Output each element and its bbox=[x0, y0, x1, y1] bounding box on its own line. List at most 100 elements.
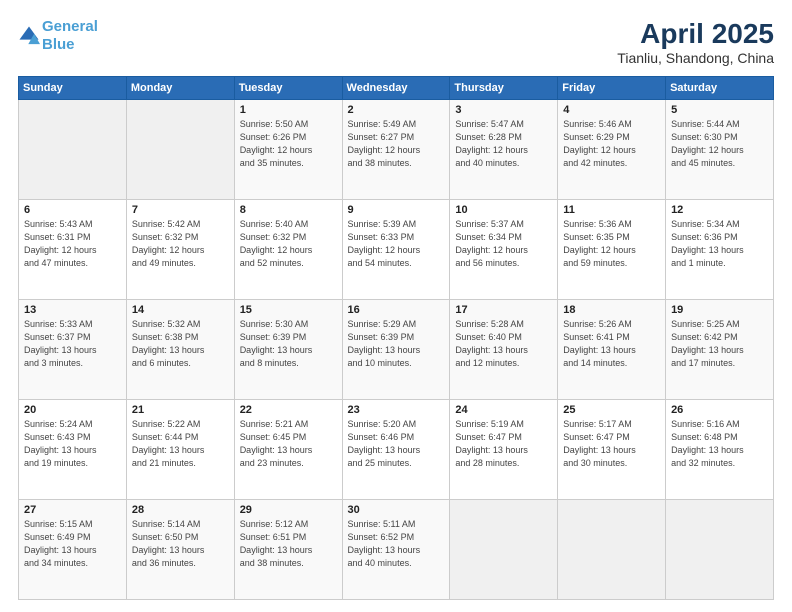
day-number: 12 bbox=[671, 204, 768, 216]
calendar-header: SundayMondayTuesdayWednesdayThursdayFrid… bbox=[19, 77, 774, 100]
day-info: Sunrise: 5:12 AM Sunset: 6:51 PM Dayligh… bbox=[240, 518, 337, 570]
calendar-cell: 1Sunrise: 5:50 AM Sunset: 6:26 PM Daylig… bbox=[234, 100, 342, 200]
calendar-cell: 20 Sunrise: 5:24 AM Sunset: 6:43 PM Dayli… bbox=[19, 400, 127, 500]
day-info: Sunrise: 5:34 AM Sunset: 6:36 PM Dayligh… bbox=[671, 218, 768, 270]
day-number: 8 bbox=[240, 204, 337, 216]
day-info: Sunrise: 5:28 AM Sunset: 6:40 PM Dayligh… bbox=[455, 318, 552, 370]
day-number: 20 bbox=[24, 404, 121, 416]
day-number: 23 bbox=[348, 404, 445, 416]
day-info: Sunrise: 5:16 AM Sunset: 6:48 PM Dayligh… bbox=[671, 418, 768, 470]
calendar-cell: 13 Sunrise: 5:33 AM Sunset: 6:37 PM Dayli… bbox=[19, 300, 127, 400]
day-info: Sunrise: 5:24 AM Sunset: 6:43 PM Dayligh… bbox=[24, 418, 121, 470]
day-info: Sunrise: 5:11 AM Sunset: 6:52 PM Dayligh… bbox=[348, 518, 445, 570]
day-info: Sunrise: 5:32 AM Sunset: 6:38 PM Dayligh… bbox=[132, 318, 229, 370]
calendar-cell: 23 Sunrise: 5:20 AM Sunset: 6:46 PM Dayli… bbox=[342, 400, 450, 500]
day-info: Sunrise: 5:40 AM Sunset: 6:32 PM Dayligh… bbox=[240, 218, 337, 270]
day-info: Sunrise: 5:49 AM Sunset: 6:27 PM Dayligh… bbox=[348, 118, 445, 170]
calendar-cell: 12 Sunrise: 5:34 AM Sunset: 6:36 PM Dayli… bbox=[666, 200, 774, 300]
day-number: 17 bbox=[455, 304, 552, 316]
calendar-cell: 14 Sunrise: 5:32 AM Sunset: 6:38 PM Dayli… bbox=[126, 300, 234, 400]
calendar-cell: 3 Sunrise: 5:47 AM Sunset: 6:28 PM Daylig… bbox=[450, 100, 558, 200]
calendar-cell: 7 Sunrise: 5:42 AM Sunset: 6:32 PM Daylig… bbox=[126, 200, 234, 300]
header-day-friday: Friday bbox=[558, 77, 666, 100]
day-number: 18 bbox=[563, 304, 660, 316]
day-number: 21 bbox=[132, 404, 229, 416]
calendar-cell bbox=[126, 100, 234, 200]
day-number: 16 bbox=[348, 304, 445, 316]
day-number: 14 bbox=[132, 304, 229, 316]
calendar-cell bbox=[450, 500, 558, 600]
logo-line2: Blue bbox=[42, 36, 75, 53]
day-info: Sunrise: 5:43 AM Sunset: 6:31 PM Dayligh… bbox=[24, 218, 121, 270]
day-number: 28 bbox=[132, 504, 229, 516]
day-number: 9 bbox=[348, 204, 445, 216]
calendar-cell: 9 Sunrise: 5:39 AM Sunset: 6:33 PM Daylig… bbox=[342, 200, 450, 300]
day-number: 6 bbox=[24, 204, 121, 216]
calendar-cell: 16Sunrise: 5:29 AM Sunset: 6:39 PM Dayli… bbox=[342, 300, 450, 400]
calendar-cell: 21 Sunrise: 5:22 AM Sunset: 6:44 PM Dayli… bbox=[126, 400, 234, 500]
day-info: Sunrise: 5:37 AM Sunset: 6:34 PM Dayligh… bbox=[455, 218, 552, 270]
calendar-cell: 27Sunrise: 5:15 AM Sunset: 6:49 PM Dayli… bbox=[19, 500, 127, 600]
calendar-cell bbox=[19, 100, 127, 200]
header-day-thursday: Thursday bbox=[450, 77, 558, 100]
day-info: Sunrise: 5:46 AM Sunset: 6:29 PM Dayligh… bbox=[563, 118, 660, 170]
calendar-cell: 15 Sunrise: 5:30 AM Sunset: 6:39 PM Dayli… bbox=[234, 300, 342, 400]
day-info: Sunrise: 5:47 AM Sunset: 6:28 PM Dayligh… bbox=[455, 118, 552, 170]
calendar-cell: 2Sunrise: 5:49 AM Sunset: 6:27 PM Daylig… bbox=[342, 100, 450, 200]
day-info: Sunrise: 5:44 AM Sunset: 6:30 PM Dayligh… bbox=[671, 118, 768, 170]
day-number: 27 bbox=[24, 504, 121, 516]
day-number: 7 bbox=[132, 204, 229, 216]
header-day-sunday: Sunday bbox=[19, 77, 127, 100]
calendar-cell: 24Sunrise: 5:19 AM Sunset: 6:47 PM Dayli… bbox=[450, 400, 558, 500]
day-info: Sunrise: 5:50 AM Sunset: 6:26 PM Dayligh… bbox=[240, 118, 337, 170]
logo-icon bbox=[18, 25, 40, 47]
day-number: 15 bbox=[240, 304, 337, 316]
calendar-cell: 10 Sunrise: 5:37 AM Sunset: 6:34 PM Dayli… bbox=[450, 200, 558, 300]
day-number: 22 bbox=[240, 404, 337, 416]
week-row-2: 6 Sunrise: 5:43 AM Sunset: 6:31 PM Daylig… bbox=[19, 200, 774, 300]
header-day-saturday: Saturday bbox=[666, 77, 774, 100]
week-row-1: 1Sunrise: 5:50 AM Sunset: 6:26 PM Daylig… bbox=[19, 100, 774, 200]
day-info: Sunrise: 5:20 AM Sunset: 6:46 PM Dayligh… bbox=[348, 418, 445, 470]
main-title: April 2025 bbox=[617, 18, 774, 50]
day-info: Sunrise: 5:17 AM Sunset: 6:47 PM Dayligh… bbox=[563, 418, 660, 470]
week-row-5: 27Sunrise: 5:15 AM Sunset: 6:49 PM Dayli… bbox=[19, 500, 774, 600]
calendar-cell bbox=[666, 500, 774, 600]
calendar-cell: 29 Sunrise: 5:12 AM Sunset: 6:51 PM Dayli… bbox=[234, 500, 342, 600]
calendar-cell: 19Sunrise: 5:25 AM Sunset: 6:42 PM Dayli… bbox=[666, 300, 774, 400]
calendar-cell: 11 Sunrise: 5:36 AM Sunset: 6:35 PM Dayli… bbox=[558, 200, 666, 300]
day-info: Sunrise: 5:39 AM Sunset: 6:33 PM Dayligh… bbox=[348, 218, 445, 270]
day-info: Sunrise: 5:33 AM Sunset: 6:37 PM Dayligh… bbox=[24, 318, 121, 370]
calendar-cell: 8 Sunrise: 5:40 AM Sunset: 6:32 PM Daylig… bbox=[234, 200, 342, 300]
day-info: Sunrise: 5:22 AM Sunset: 6:44 PM Dayligh… bbox=[132, 418, 229, 470]
day-number: 30 bbox=[348, 504, 445, 516]
week-row-4: 20 Sunrise: 5:24 AM Sunset: 6:43 PM Dayli… bbox=[19, 400, 774, 500]
day-number: 29 bbox=[240, 504, 337, 516]
day-number: 25 bbox=[563, 404, 660, 416]
page: General Blue April 2025 Tianliu, Shandon… bbox=[0, 0, 792, 612]
day-number: 11 bbox=[563, 204, 660, 216]
calendar-body: 1Sunrise: 5:50 AM Sunset: 6:26 PM Daylig… bbox=[19, 100, 774, 600]
calendar-cell: 17 Sunrise: 5:28 AM Sunset: 6:40 PM Dayli… bbox=[450, 300, 558, 400]
day-number: 5 bbox=[671, 104, 768, 116]
calendar-cell: 22 Sunrise: 5:21 AM Sunset: 6:45 PM Dayli… bbox=[234, 400, 342, 500]
day-number: 10 bbox=[455, 204, 552, 216]
day-info: Sunrise: 5:30 AM Sunset: 6:39 PM Dayligh… bbox=[240, 318, 337, 370]
day-info: Sunrise: 5:26 AM Sunset: 6:41 PM Dayligh… bbox=[563, 318, 660, 370]
week-row-3: 13 Sunrise: 5:33 AM Sunset: 6:37 PM Dayli… bbox=[19, 300, 774, 400]
day-info: Sunrise: 5:36 AM Sunset: 6:35 PM Dayligh… bbox=[563, 218, 660, 270]
logo: General Blue bbox=[18, 18, 98, 54]
day-number: 3 bbox=[455, 104, 552, 116]
day-info: Sunrise: 5:21 AM Sunset: 6:45 PM Dayligh… bbox=[240, 418, 337, 470]
header: General Blue April 2025 Tianliu, Shandon… bbox=[18, 18, 774, 66]
title-block: April 2025 Tianliu, Shandong, China bbox=[617, 18, 774, 66]
day-number: 13 bbox=[24, 304, 121, 316]
day-info: Sunrise: 5:14 AM Sunset: 6:50 PM Dayligh… bbox=[132, 518, 229, 570]
calendar-cell: 6 Sunrise: 5:43 AM Sunset: 6:31 PM Daylig… bbox=[19, 200, 127, 300]
calendar-cell bbox=[558, 500, 666, 600]
day-info: Sunrise: 5:42 AM Sunset: 6:32 PM Dayligh… bbox=[132, 218, 229, 270]
calendar-cell: 4Sunrise: 5:46 AM Sunset: 6:29 PM Daylig… bbox=[558, 100, 666, 200]
calendar-cell: 28 Sunrise: 5:14 AM Sunset: 6:50 PM Dayli… bbox=[126, 500, 234, 600]
day-info: Sunrise: 5:25 AM Sunset: 6:42 PM Dayligh… bbox=[671, 318, 768, 370]
calendar-table: SundayMondayTuesdayWednesdayThursdayFrid… bbox=[18, 76, 774, 600]
